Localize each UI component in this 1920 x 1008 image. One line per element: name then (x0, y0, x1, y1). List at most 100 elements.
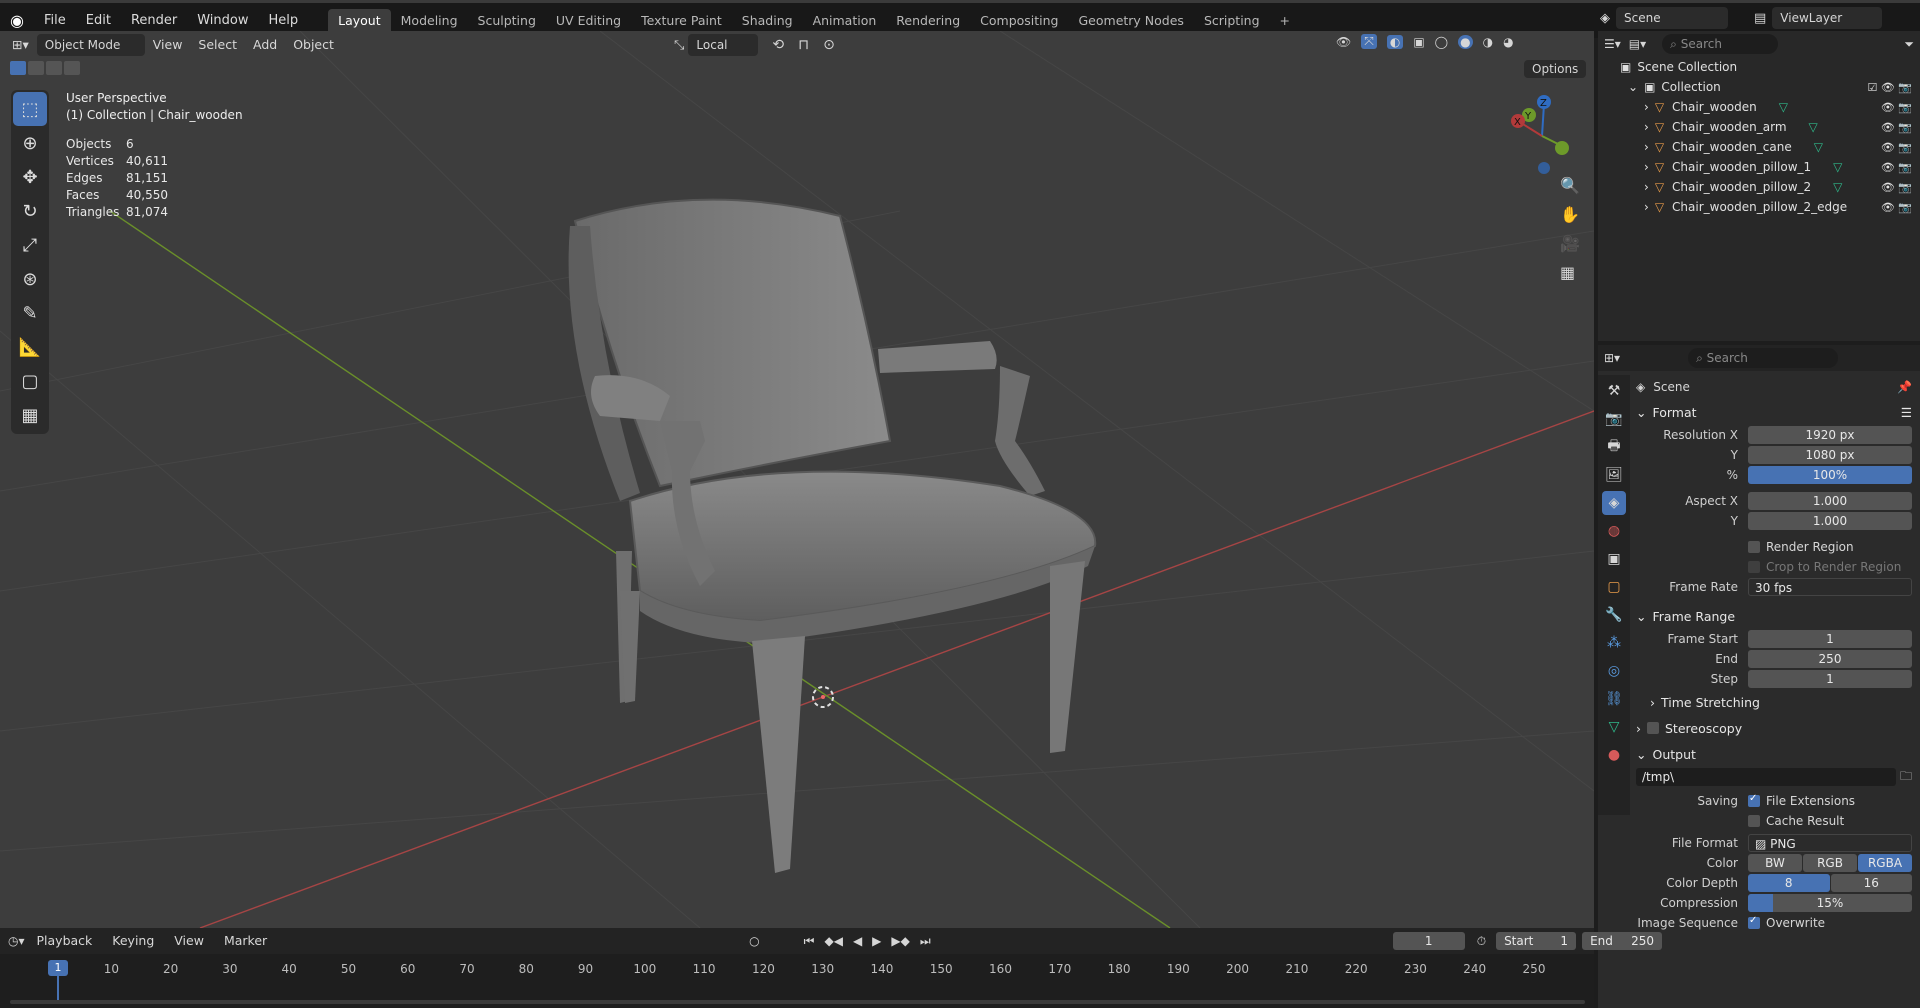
add-workspace-icon[interactable]: + (1270, 9, 1300, 33)
menu-window[interactable]: Window (187, 10, 258, 32)
mesh-data-icon[interactable]: ▽ (1833, 160, 1842, 174)
scale-tool-icon[interactable]: ⤢ (13, 228, 47, 262)
select-box-tool-icon[interactable]: ⬚ (13, 92, 47, 126)
select-new-icon[interactable] (10, 61, 26, 75)
modifier-tab-icon[interactable]: 🔧 (1602, 603, 1626, 627)
play-reverse-icon[interactable]: ◀ (853, 934, 862, 949)
mesh-data-icon[interactable]: ▽ (1809, 120, 1818, 134)
camera-view-icon[interactable]: 🎥 (1560, 234, 1580, 253)
object-tab-icon[interactable]: ▢ (1602, 575, 1626, 599)
outliner-search[interactable]: ⌕ Search (1662, 34, 1779, 54)
visibility-icons[interactable]: 👁 📷 (1881, 121, 1912, 134)
orientation-icon[interactable]: ⤡ (674, 38, 684, 53)
rendered-shading-icon[interactable]: ◕ (1503, 35, 1513, 49)
time-stretching-subpanel[interactable]: › Time Stretching (1636, 689, 1912, 715)
proportional-edit-icon[interactable]: ⊙ (823, 37, 835, 53)
tab-compositing[interactable]: Compositing (970, 9, 1068, 33)
display-mode-icon[interactable]: ▤▾ (1629, 37, 1646, 51)
menu-object[interactable]: Object (285, 34, 342, 56)
select-extend-icon[interactable] (28, 61, 44, 75)
tab-shading[interactable]: Shading (732, 9, 803, 33)
xray-icon[interactable]: ▣ (1413, 35, 1424, 49)
crop-region-checkbox[interactable]: Crop to Render Region (1636, 557, 1912, 577)
folder-icon[interactable]: 🗀 (1900, 767, 1912, 788)
output-tab-icon[interactable]: 🖶 (1602, 435, 1626, 459)
file-extensions-checkbox[interactable] (1748, 793, 1760, 807)
scene-collection-row[interactable]: ▣ Scene Collection (1598, 57, 1920, 77)
menu-render[interactable]: Render (121, 10, 187, 32)
frame-start-field[interactable]: 1 (1748, 630, 1912, 648)
move-tool-icon[interactable]: ✥ (13, 160, 47, 194)
expand-icon[interactable]: ⌄ (1628, 80, 1638, 94)
outliner-object-row[interactable]: › ▽ Chair_wooden_arm ▽ 👁 📷 (1598, 117, 1920, 137)
resolution-y-field[interactable]: 1080 px (1748, 446, 1912, 464)
menu-keying[interactable]: Keying ▾ (104, 930, 162, 970)
overwrite-checkbox[interactable] (1748, 915, 1760, 929)
visibility-icons[interactable]: 👁 📷 (1881, 201, 1912, 214)
timeline-track[interactable]: 10 20 30 40 50 60 70 80 90 100 110 120 130 140 150 160 1… (0, 954, 1594, 1008)
depth-16-button[interactable]: 16 (1830, 874, 1912, 892)
material-tab-icon[interactable]: ● (1602, 743, 1626, 767)
options-button[interactable]: Options (1524, 60, 1587, 78)
outliner-object-row[interactable]: › ▽ Chair_wooden ▽ 👁 📷 (1598, 97, 1920, 117)
tab-uv-editing[interactable]: UV Editing (546, 9, 631, 33)
frame-range-panel-header[interactable]: ⌄ Frame Range (1636, 603, 1912, 629)
jump-start-icon[interactable]: ⏮ (804, 934, 815, 949)
prev-keyframe-icon[interactable]: ◆◀ (824, 934, 842, 949)
play-icon[interactable]: ▶ (872, 934, 881, 949)
aspect-y-field[interactable]: 1.000 (1748, 512, 1912, 530)
end-frame-field[interactable]: End 250 (1582, 932, 1663, 950)
outliner-editor-icon[interactable]: ☰▾ (1604, 37, 1621, 51)
outliner-object-row[interactable]: › ▽ Chair_wooden_pillow_1 ▽ 👁 📷 (1598, 157, 1920, 177)
zoom-icon[interactable]: 🔍 (1560, 176, 1580, 195)
menu-timeline-view[interactable]: View (166, 930, 212, 952)
menu-marker[interactable]: Marker (216, 930, 275, 952)
render-region-checkbox[interactable]: Render Region (1636, 537, 1912, 557)
scene-tab-icon[interactable]: ◈ (1602, 491, 1626, 515)
jump-end-icon[interactable]: ⏭ (920, 934, 931, 949)
tool-tab-icon[interactable]: ⚒ (1602, 379, 1626, 403)
pin-icon[interactable]: 📌 (1897, 380, 1912, 394)
color-bw-button[interactable]: BW (1748, 854, 1802, 872)
auto-keying-icon[interactable]: ○ (749, 934, 759, 948)
constraints-tab-icon[interactable]: ⛓ (1602, 687, 1626, 711)
menu-view[interactable]: View (145, 34, 191, 56)
filter-icon[interactable]: ⏷ (1904, 37, 1914, 52)
menu-edit[interactable]: Edit (76, 10, 121, 32)
timeline-editor-icon[interactable]: ◷▾ (8, 934, 25, 948)
collection-visibility-icons[interactable]: ☑ 👁 📷 (1867, 81, 1912, 94)
scene-dropdown[interactable]: Scene (1616, 7, 1728, 29)
view-layer-icon[interactable]: ▤ (1754, 11, 1766, 26)
rotate-tool-icon[interactable]: ↻ (13, 194, 47, 228)
pivot-icon[interactable]: ⟲ (772, 37, 784, 53)
tab-modeling[interactable]: Modeling (391, 9, 468, 33)
measure-tool-icon[interactable]: 📐 (13, 330, 47, 364)
mode-dropdown[interactable]: Object Mode (36, 34, 145, 56)
blender-logo-icon[interactable]: ◉ (0, 11, 34, 30)
output-panel-header[interactable]: ⌄ Output (1636, 741, 1912, 767)
color-rgba-button[interactable]: RGBA (1858, 854, 1912, 872)
menu-file[interactable]: File (34, 10, 76, 32)
particles-tab-icon[interactable]: ⁂ (1602, 631, 1626, 655)
add-cube-tool-icon[interactable]: ▢ (13, 364, 47, 398)
tab-geometry-nodes[interactable]: Geometry Nodes (1069, 9, 1194, 33)
tab-scripting[interactable]: Scripting (1194, 9, 1270, 33)
tab-rendering[interactable]: Rendering (886, 9, 970, 33)
world-tab-icon[interactable]: ◍ (1602, 519, 1626, 543)
frame-end-field[interactable]: 250 (1748, 650, 1912, 668)
overlay-toggle-icon[interactable]: ◐ (1386, 34, 1404, 49)
editor-type-icon[interactable]: ⊞▾ (4, 34, 37, 56)
menu-add[interactable]: Add (245, 34, 285, 56)
stereoscopy-panel-header[interactable]: › Stereoscopy (1636, 715, 1912, 741)
tab-animation[interactable]: Animation (803, 9, 887, 33)
menu-help[interactable]: Help (259, 10, 309, 32)
mesh-data-icon[interactable]: ▽ (1833, 180, 1842, 194)
menu-select[interactable]: Select (190, 34, 245, 56)
view-layer-dropdown[interactable]: ViewLayer (1772, 7, 1883, 29)
color-rgb-button[interactable]: RGB (1803, 854, 1857, 872)
mesh-data-icon[interactable]: ▽ (1779, 100, 1788, 114)
file-format-dropdown[interactable]: ▨ PNG (1748, 834, 1912, 852)
scene-icon[interactable]: ◈ (1600, 11, 1610, 26)
visibility-icons[interactable]: 👁 📷 (1881, 181, 1912, 194)
select-subtract-icon[interactable] (46, 61, 62, 75)
